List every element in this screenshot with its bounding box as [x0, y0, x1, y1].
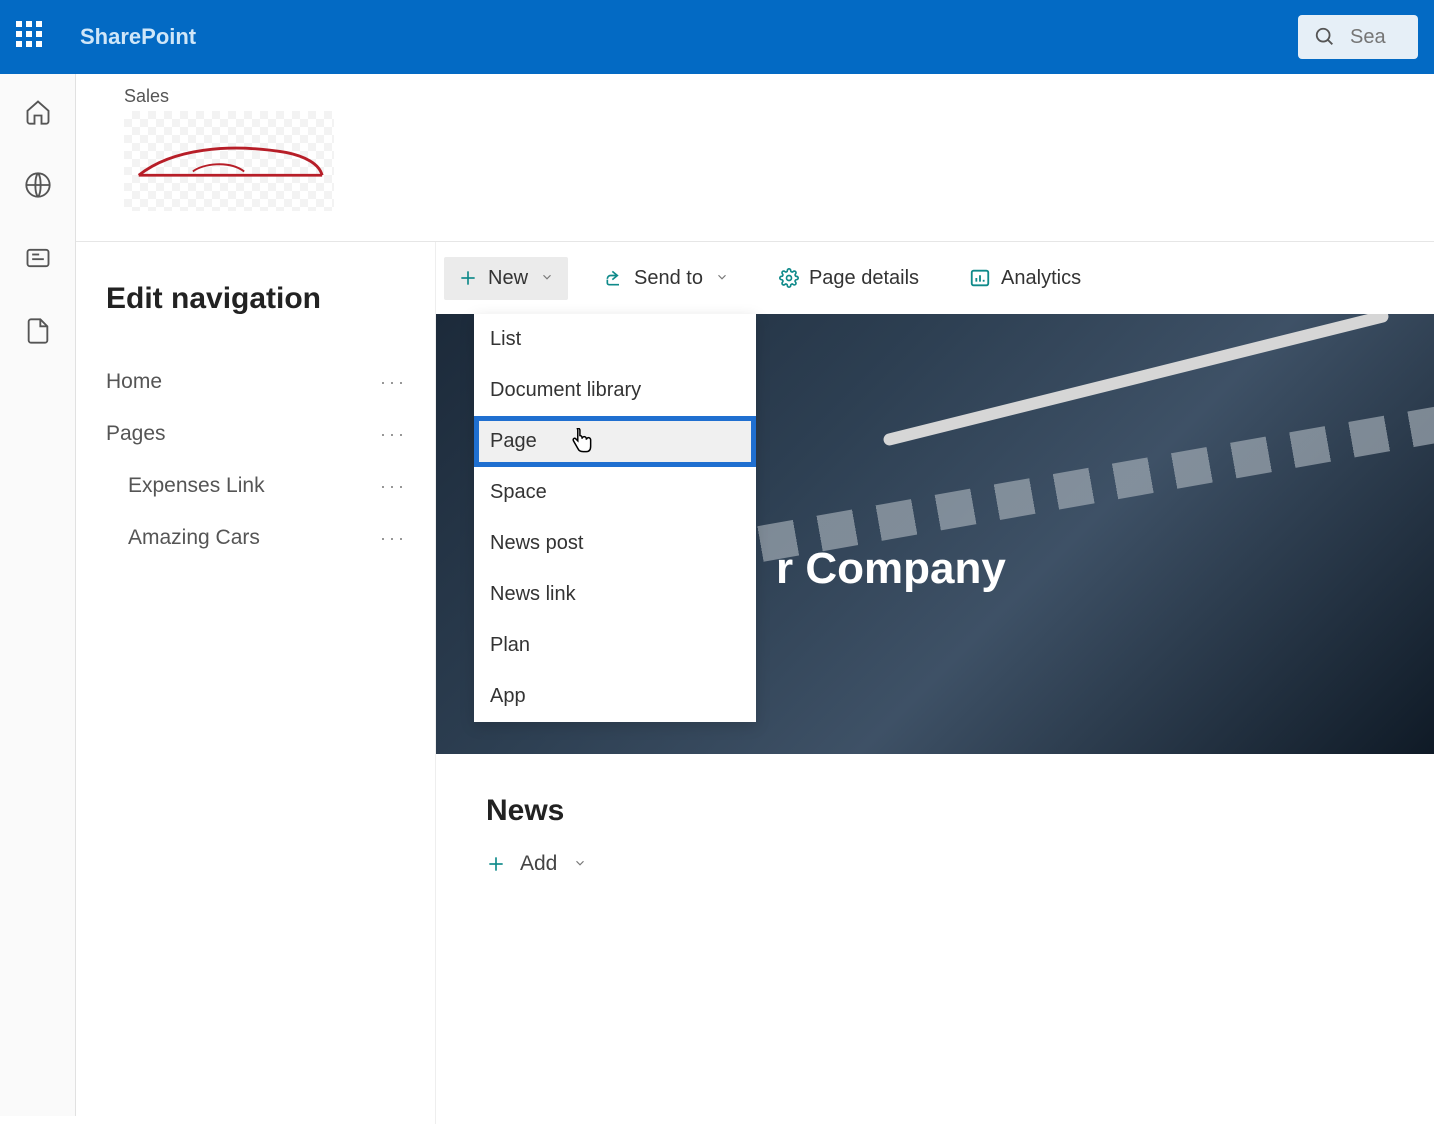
new-menu-item[interactable]: Plan	[474, 620, 756, 671]
new-button-label: New	[488, 267, 528, 290]
hero-road-line	[882, 314, 1389, 447]
more-icon[interactable]: ···	[380, 476, 407, 497]
analytics-label: Analytics	[1001, 267, 1081, 290]
nav-item[interactable]: Pages ···	[106, 408, 415, 460]
nav-item-label: Home	[106, 370, 162, 394]
nav-item[interactable]: Home ···	[106, 356, 415, 408]
main-area: Sales Edit navigation Home···Pages···Exp…	[76, 74, 1434, 1116]
nav-item[interactable]: Amazing Cars ···	[106, 512, 415, 564]
app-name: SharePoint	[80, 24, 196, 50]
nav-item-label: Expenses Link	[128, 474, 265, 498]
content-row: Edit navigation Home···Pages···Expenses …	[76, 242, 1434, 1124]
more-icon[interactable]: ···	[380, 424, 407, 445]
more-icon[interactable]: ···	[380, 528, 407, 549]
suite-bar: SharePoint	[0, 0, 1434, 74]
search-icon	[1314, 26, 1336, 48]
app-launcher-icon[interactable]	[16, 21, 48, 53]
search-box[interactable]	[1298, 15, 1418, 59]
cursor-hand-icon	[568, 428, 594, 464]
nav-item[interactable]: Expenses Link ···	[106, 460, 415, 512]
analytics-button[interactable]: Analytics	[955, 257, 1095, 300]
site-header: Sales	[76, 74, 1434, 242]
more-icon[interactable]: ···	[380, 372, 407, 393]
nav-item-label: Amazing Cars	[128, 526, 260, 550]
news-add-button[interactable]: Add	[486, 852, 587, 876]
new-menu-item[interactable]: News link	[474, 569, 756, 620]
chevron-down-icon	[573, 852, 587, 876]
chevron-down-icon	[715, 267, 729, 290]
news-heading: News	[486, 794, 1384, 828]
page-details-label: Page details	[809, 267, 919, 290]
plus-icon	[458, 268, 478, 288]
share-icon	[604, 268, 624, 288]
new-menu-item[interactable]: List	[474, 314, 756, 365]
new-menu-item[interactable]: Space	[474, 467, 756, 518]
left-rail	[0, 74, 76, 1116]
page-pane: New Send to	[436, 242, 1434, 1124]
chevron-down-icon	[540, 267, 554, 290]
page-details-button[interactable]: Page details	[765, 257, 933, 300]
page-toolbar: New Send to	[436, 242, 1434, 314]
analytics-icon	[969, 267, 991, 289]
car-logo-icon	[134, 136, 324, 186]
home-icon[interactable]	[24, 98, 52, 131]
search-input[interactable]	[1350, 26, 1410, 49]
globe-icon[interactable]	[24, 171, 52, 204]
news-section: News Add	[436, 754, 1434, 919]
send-to-button[interactable]: Send to	[590, 257, 743, 300]
site-label: Sales	[124, 86, 1386, 107]
file-icon[interactable]	[24, 317, 52, 350]
hero-title: r Company	[776, 544, 1006, 594]
new-menu-item[interactable]: Page	[474, 416, 756, 467]
edit-navigation-panel: Edit navigation Home···Pages···Expenses …	[76, 242, 436, 1124]
edit-nav-title: Edit navigation	[106, 282, 415, 316]
new-menu-item[interactable]: App	[474, 671, 756, 722]
nav-item-label: Pages	[106, 422, 166, 446]
news-add-label: Add	[520, 852, 557, 876]
new-menu-item[interactable]: Document library	[474, 365, 756, 416]
send-to-label: Send to	[634, 267, 703, 290]
new-menu-item[interactable]: News post	[474, 518, 756, 569]
site-logo[interactable]	[124, 111, 334, 211]
new-menu-dropdown: ListDocument libraryPageSpaceNews postNe…	[474, 314, 756, 722]
plus-icon	[486, 854, 506, 874]
gear-icon	[779, 268, 799, 288]
new-button[interactable]: New	[444, 257, 568, 300]
news-icon[interactable]	[24, 244, 52, 277]
hero-rail-stripes	[639, 402, 1434, 583]
